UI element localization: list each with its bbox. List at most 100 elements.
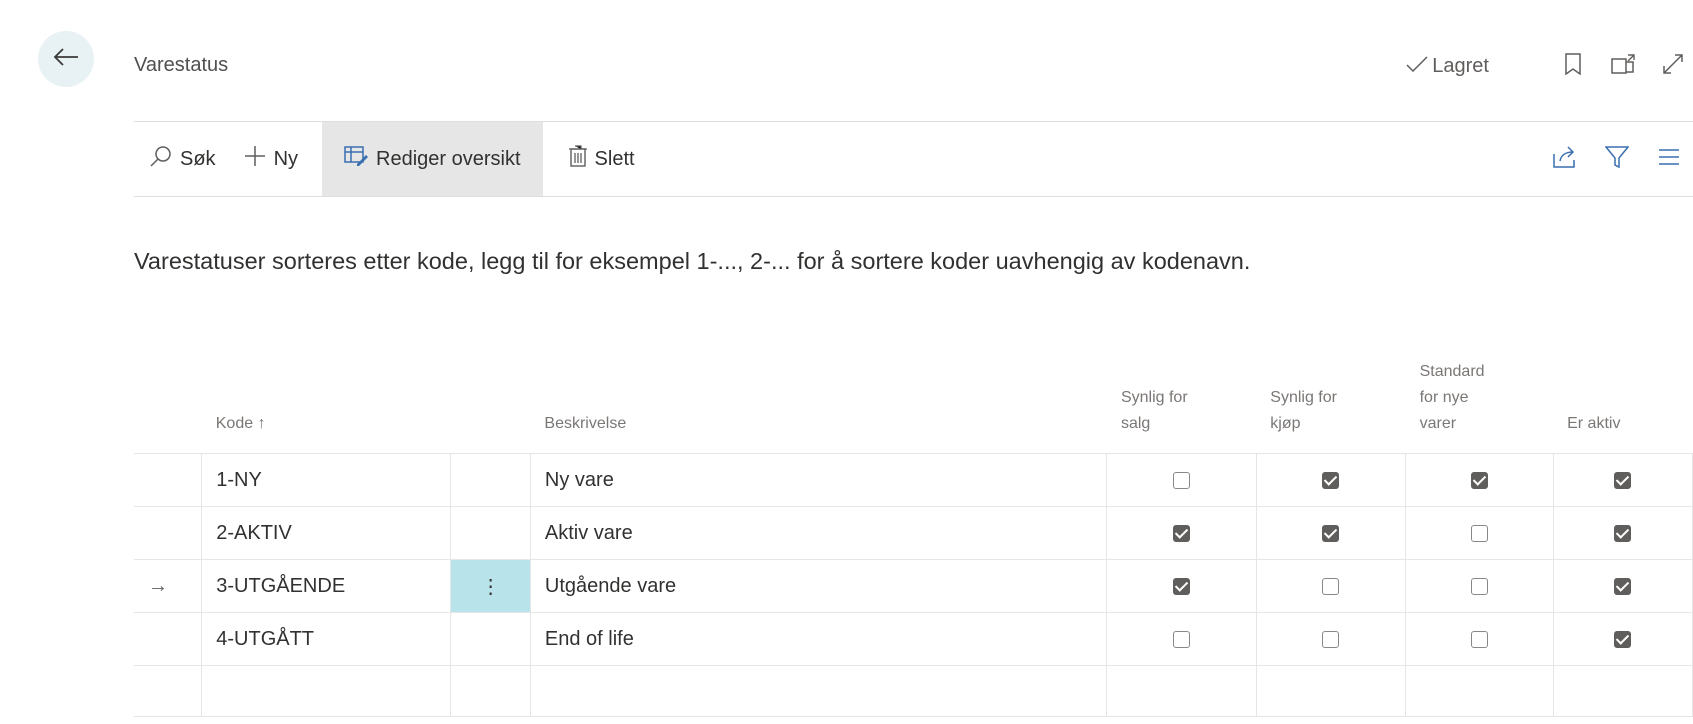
active-cell <box>1552 612 1693 666</box>
filter-icon <box>1604 145 1630 174</box>
column-header-code[interactable]: Kode ↑ <box>202 345 451 454</box>
default-new-items-cell[interactable] <box>1405 665 1554 717</box>
default-header-line2: for nye <box>1419 389 1469 406</box>
active-checkbox[interactable] <box>1614 577 1632 595</box>
table-row[interactable]: 2-AKTIV Aktiv vare <box>134 506 1693 560</box>
visible-purchase-checkbox[interactable] <box>1322 577 1340 595</box>
open-new-window-button[interactable] <box>1603 48 1643 84</box>
back-button[interactable] <box>38 31 94 87</box>
instruction-text: Varestatuser sorteres etter kode, legg t… <box>134 248 1251 274</box>
visible-purchase-checkbox[interactable] <box>1322 630 1340 648</box>
column-header-visible-sales[interactable]: Synlig for salg <box>1107 345 1256 454</box>
row-marker-cell[interactable]: → <box>134 559 203 613</box>
visible-purchase-cell[interactable] <box>1255 665 1407 717</box>
table-row[interactable]: 1-NY Ny vare <box>134 453 1693 507</box>
bookmark-button[interactable] <box>1553 48 1593 84</box>
column-header-active[interactable]: Er aktiv <box>1553 345 1692 454</box>
row-menu-cell[interactable] <box>450 612 531 666</box>
column-header-default-new-items[interactable]: Standard for nye varer <box>1406 345 1554 454</box>
description-cell[interactable]: End of life <box>529 612 1108 666</box>
edit-list-icon <box>344 145 369 173</box>
visible-sales-checkbox[interactable] <box>1173 471 1191 489</box>
open-in-new-window-icon <box>1611 53 1635 79</box>
visible-purchase-checkbox[interactable] <box>1322 471 1340 489</box>
description-cell[interactable] <box>529 665 1108 717</box>
active-checkbox[interactable] <box>1614 630 1632 648</box>
table-row-selected[interactable]: → 3-UTGÅENDE ⋮ Utgående vare <box>134 559 1693 613</box>
new-label: Ny <box>273 147 299 170</box>
default-header-line1: Standard <box>1419 363 1485 380</box>
visible-sales-cell <box>1106 612 1257 666</box>
visible-sales-cell <box>1106 453 1257 507</box>
edit-list-label: Rediger oversikt <box>376 147 521 170</box>
list-options-button[interactable] <box>1651 141 1687 177</box>
row-marker-header <box>134 345 202 454</box>
edit-list-button[interactable]: Rediger oversikt <box>322 122 543 196</box>
code-cell[interactable]: 1-NY <box>201 453 452 507</box>
row-marker-cell[interactable] <box>134 665 203 717</box>
table-row[interactable]: 4-UTGÅTT End of life <box>134 612 1693 666</box>
column-header-description[interactable]: Beskrivelse <box>530 345 1107 454</box>
delete-button[interactable]: Slett <box>543 122 649 196</box>
row-menu-cell[interactable] <box>450 506 531 560</box>
default-new-items-cell <box>1405 506 1554 560</box>
row-marker-cell[interactable] <box>134 506 203 560</box>
default-header-line3: varer <box>1419 415 1457 432</box>
description-cell[interactable]: Ny vare <box>529 453 1108 507</box>
saved-status: Lagret <box>1406 55 1489 78</box>
column-header-visible-purchase[interactable]: Synlig for kjøp <box>1256 345 1405 454</box>
visible-sales-cell[interactable] <box>1106 665 1257 717</box>
bookmark-icon <box>1564 52 1582 80</box>
active-cell[interactable] <box>1552 665 1693 717</box>
toolbar-right-actions <box>1547 122 1693 196</box>
visible-purchase-checkbox[interactable] <box>1322 524 1340 542</box>
default-new-items-checkbox[interactable] <box>1470 524 1488 542</box>
checkmark-icon <box>1406 55 1428 78</box>
table-header-row: Kode ↑ Beskrivelse Synlig for salg Synlig… <box>134 345 1693 454</box>
new-button[interactable]: Ny <box>230 122 322 196</box>
active-checkbox[interactable] <box>1614 471 1632 489</box>
row-marker-cell[interactable] <box>134 453 203 507</box>
share-icon <box>1553 145 1577 173</box>
default-new-items-cell <box>1405 612 1554 666</box>
default-new-items-checkbox[interactable] <box>1470 577 1488 595</box>
row-marker-cell[interactable] <box>134 612 203 666</box>
new-entry-row[interactable] <box>134 665 1693 717</box>
default-new-items-checkbox[interactable] <box>1470 471 1488 489</box>
search-button[interactable]: Søk <box>134 122 230 196</box>
filter-button[interactable] <box>1599 141 1635 177</box>
visible-purchase-cell <box>1255 506 1407 560</box>
code-cell[interactable] <box>201 665 452 717</box>
row-menu-cell[interactable] <box>450 665 531 717</box>
search-icon <box>150 145 172 173</box>
active-checkbox[interactable] <box>1614 524 1632 542</box>
default-new-items-cell <box>1405 559 1554 613</box>
description-header-label: Beskrivelse <box>544 415 627 432</box>
saved-label: Lagret <box>1432 54 1489 77</box>
code-cell[interactable]: 4-UTGÅTT <box>201 612 452 666</box>
visible-sales-header-line1: Synlig for <box>1120 389 1188 406</box>
row-menu-icon[interactable]: ⋮ <box>481 576 501 598</box>
default-new-items-checkbox[interactable] <box>1470 630 1488 648</box>
row-menu-header <box>451 345 531 454</box>
page-title: Varestatus <box>134 54 229 76</box>
expand-icon <box>1662 53 1684 80</box>
visible-purchase-header-line2: kjøp <box>1270 415 1301 432</box>
delete-label: Slett <box>594 147 635 170</box>
visible-purchase-cell <box>1255 612 1407 666</box>
code-cell[interactable]: 2-AKTIV <box>201 506 452 560</box>
row-menu-cell[interactable] <box>450 453 531 507</box>
active-cell <box>1552 559 1693 613</box>
description-cell[interactable]: Aktiv vare <box>529 506 1108 560</box>
visible-sales-checkbox[interactable] <box>1173 630 1191 648</box>
list-options-icon <box>1658 147 1680 172</box>
description-cell[interactable]: Utgående vare <box>529 559 1108 613</box>
share-button[interactable] <box>1547 141 1583 177</box>
visible-sales-checkbox[interactable] <box>1173 577 1191 595</box>
code-cell[interactable]: 3-UTGÅENDE <box>201 559 452 613</box>
visible-sales-checkbox[interactable] <box>1173 524 1191 542</box>
active-cell <box>1552 506 1693 560</box>
expand-button[interactable] <box>1653 48 1693 84</box>
visible-purchase-header-line1: Synlig for <box>1270 389 1337 406</box>
row-menu-cell[interactable]: ⋮ <box>450 559 531 613</box>
